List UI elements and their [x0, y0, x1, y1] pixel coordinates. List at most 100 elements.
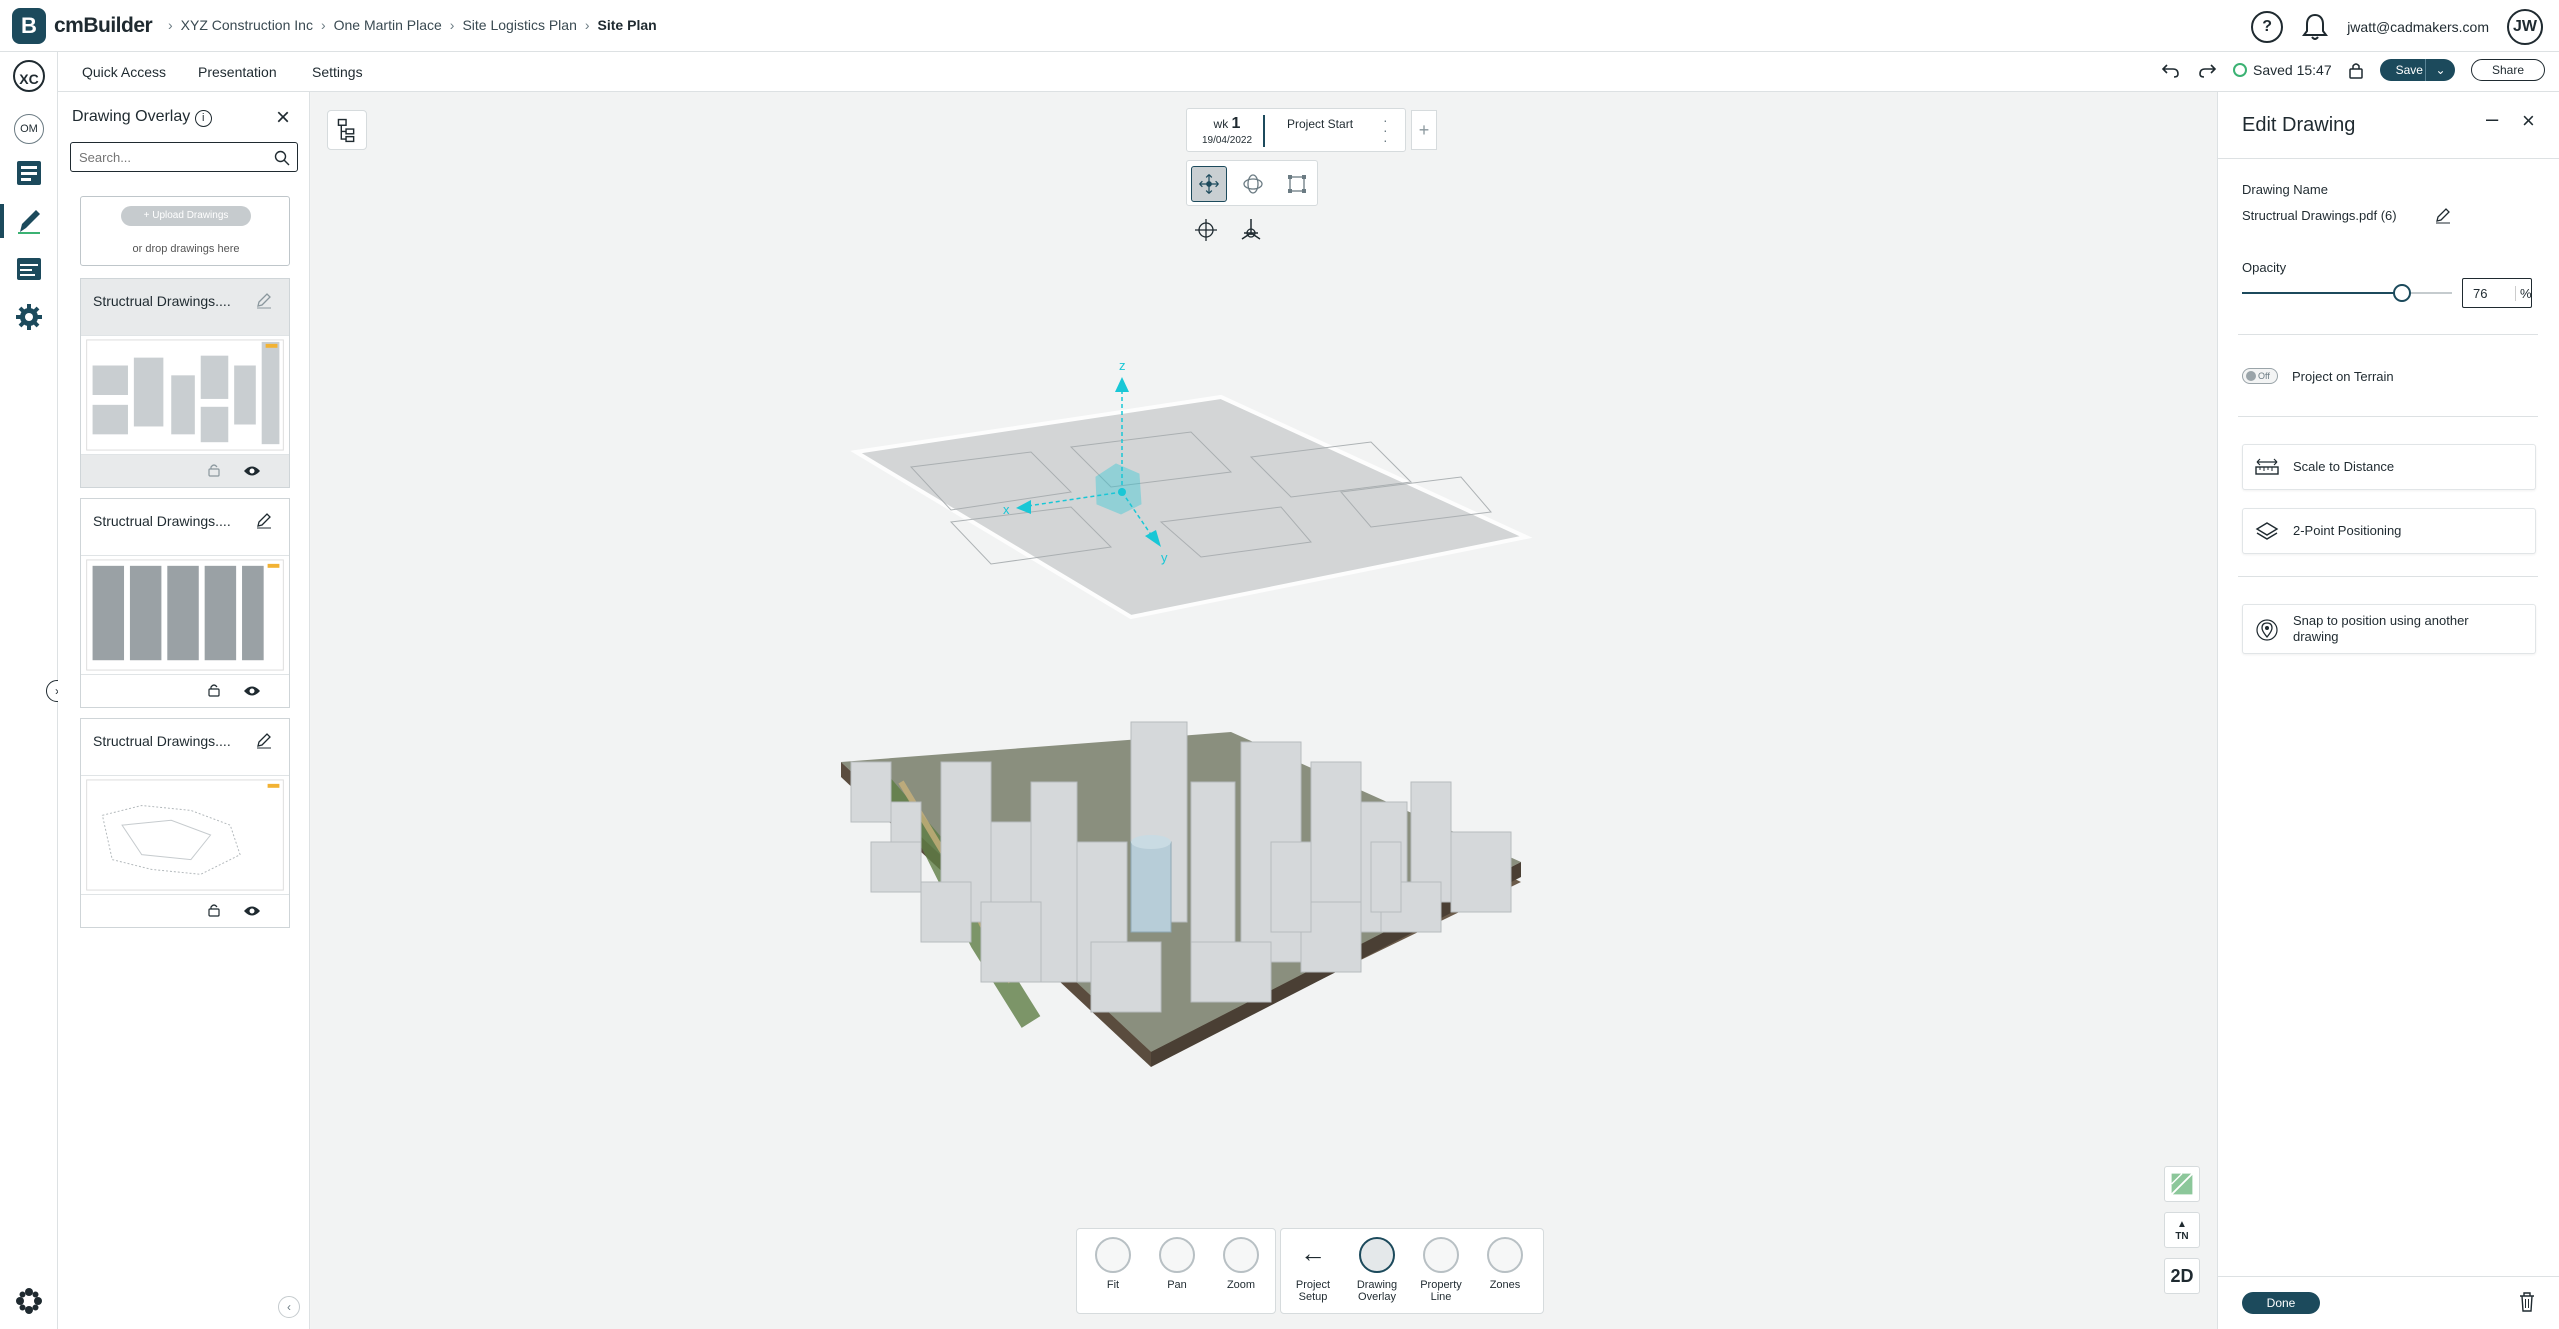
scale-mode-icon[interactable] — [1279, 166, 1315, 202]
lock-icon[interactable] — [207, 683, 221, 697]
opacity-slider-fill — [2242, 292, 2402, 294]
zoom-tool[interactable]: Zoom — [1213, 1237, 1269, 1291]
drop-hint: or drop drawings here — [132, 243, 240, 255]
scene-render[interactable]: z x y — [511, 242, 2011, 1222]
menu-settings[interactable]: Settings — [312, 64, 363, 80]
eye-icon[interactable] — [243, 465, 261, 477]
timeline-selector[interactable]: wk 1 19/04/2022 Project Start · · · — [1186, 108, 1406, 152]
pencil-icon[interactable] — [255, 291, 273, 309]
menu-quick-access[interactable]: Quick Access — [82, 64, 166, 80]
scale-to-distance-label: Scale to Distance — [2293, 459, 2395, 474]
week-number: 1 — [1231, 115, 1241, 132]
menu-presentation[interactable]: Presentation — [198, 64, 277, 80]
bell-icon[interactable] — [2301, 12, 2329, 42]
save-controls: Saved 15:47 Save ⌄ Share — [2161, 59, 2545, 81]
divider — [2238, 576, 2538, 577]
pencil-icon[interactable] — [255, 511, 273, 529]
user-email[interactable]: jwatt@cadmakers.com — [2347, 19, 2489, 35]
move-mode-icon[interactable] — [1191, 166, 1227, 202]
pencil-icon[interactable] — [2434, 206, 2452, 224]
project-switcher[interactable]: OM — [14, 114, 44, 144]
cmbuilder-logo[interactable]: B — [12, 8, 46, 44]
apps-icon[interactable] — [14, 1286, 44, 1316]
world-axis-icon[interactable] — [1236, 215, 1266, 245]
divider — [2218, 1276, 2559, 1277]
company-switcher[interactable]: XC — [13, 60, 45, 92]
drawing-card[interactable]: Structrual Drawings.... — [80, 718, 290, 928]
upload-drawings-button[interactable]: + Upload Drawings — [121, 206, 251, 226]
week-indicator: wk 1 — [1197, 115, 1257, 133]
more-options-icon[interactable]: · · · — [1383, 113, 1388, 147]
eye-icon[interactable] — [243, 685, 261, 697]
property-line-tool[interactable]: Property Line — [1413, 1237, 1469, 1303]
rotate-mode-icon[interactable] — [1235, 166, 1271, 202]
lock-icon[interactable] — [2348, 61, 2364, 79]
2d-toggle-button[interactable]: 2D — [2164, 1258, 2200, 1294]
hierarchy-tree-icon[interactable] — [327, 110, 367, 150]
help-icon[interactable]: ? — [2251, 11, 2284, 43]
local-axis-icon[interactable] — [1191, 215, 1221, 245]
upload-dropzone[interactable]: + Upload Drawings or drop drawings here — [80, 196, 290, 266]
two-point-positioning-button[interactable]: 2-Point Positioning — [2242, 508, 2536, 554]
schedule-icon[interactable] — [14, 254, 44, 284]
lock-icon[interactable] — [207, 903, 221, 917]
search-icon[interactable] — [274, 150, 290, 166]
undo-icon[interactable] — [2161, 60, 2181, 80]
zoom-icon — [1223, 1237, 1259, 1273]
fit-tool[interactable]: Fit — [1085, 1237, 1141, 1291]
milestone-label: Project Start — [1287, 117, 1354, 131]
breadcrumb-company[interactable]: XYZ Construction Inc — [181, 17, 313, 33]
project-on-terrain-label: Project on Terrain — [2292, 369, 2394, 384]
search-input[interactable] — [70, 142, 298, 172]
info-icon[interactable]: i — [194, 110, 212, 127]
breadcrumb-project[interactable]: One Martin Place — [334, 17, 442, 33]
snap-to-drawing-button[interactable]: Snap to position using another drawing — [2242, 604, 2536, 654]
divider — [2218, 158, 2559, 159]
3d-viewport[interactable]: wk 1 19/04/2022 Project Start · · · + z … — [311, 92, 2217, 1329]
chevron-right-icon: › — [584, 17, 590, 33]
redo-icon[interactable] — [2197, 60, 2217, 80]
project-setup-label: Project Setup — [1295, 1279, 1331, 1303]
drawing-card[interactable]: Structrual Drawings.... — [80, 498, 290, 708]
model-icon[interactable] — [14, 158, 44, 188]
map-layer-icon[interactable] — [2164, 1166, 2200, 1202]
pan-tool[interactable]: Pan — [1149, 1237, 1205, 1291]
share-button[interactable]: Share — [2470, 59, 2545, 81]
breadcrumb-plan[interactable]: Site Logistics Plan — [462, 17, 576, 33]
drawing-thumbnail — [81, 335, 289, 455]
true-north-label: TN — [2175, 1231, 2189, 1242]
lock-icon[interactable] — [207, 463, 221, 477]
top-bar: B cmBuilder › XYZ Construction Inc › One… — [0, 0, 2559, 52]
edit-drawing-panel: Edit Drawing – × Drawing Name Structrual… — [2217, 92, 2559, 1329]
add-milestone-button[interactable]: + — [1411, 110, 1437, 150]
panel-title-text: Drawing Overlay — [72, 108, 191, 125]
save-dropdown-button[interactable]: ⌄ — [2424, 59, 2455, 81]
north-arrow-icon: ▲ — [2177, 1219, 2187, 1230]
avatar[interactable]: JW — [2507, 9, 2543, 45]
snap-line-1: Snap to position using another — [2293, 613, 2469, 628]
project-on-terrain-toggle[interactable]: Off — [2242, 368, 2278, 384]
view-tools-group: Fit Pan Zoom — [1076, 1228, 1276, 1314]
scale-to-distance-button[interactable]: Scale to Distance — [2242, 444, 2536, 490]
close-icon[interactable]: × — [2522, 108, 2535, 134]
opacity-slider-handle[interactable] — [2392, 284, 2411, 302]
gear-icon[interactable] — [14, 302, 44, 332]
true-north-button[interactable]: ▲ TN — [2164, 1212, 2200, 1248]
zones-tool[interactable]: Zones — [1477, 1237, 1533, 1291]
eye-icon[interactable] — [243, 905, 261, 917]
pencil-icon[interactable] — [255, 731, 273, 749]
done-button[interactable]: Done — [2242, 1292, 2320, 1314]
collapse-panel-button[interactable]: ‹ — [278, 1296, 300, 1318]
drawing-pen-icon[interactable] — [14, 206, 44, 236]
close-icon[interactable]: × — [276, 104, 290, 132]
opacity-label: Opacity — [2242, 260, 2287, 275]
toggle-state: Off — [2258, 371, 2270, 381]
active-indicator — [0, 204, 4, 238]
trash-icon[interactable] — [2516, 1290, 2538, 1314]
drawing-card[interactable]: Structrual Drawings.... — [80, 278, 290, 488]
brand-name[interactable]: cmBuilder — [54, 14, 153, 38]
minimize-icon[interactable]: – — [2486, 106, 2498, 132]
opacity-input[interactable]: 76 % — [2462, 278, 2532, 308]
project-setup-tool[interactable]: ← Project Setup — [1285, 1237, 1341, 1303]
drawing-overlay-tool[interactable]: Drawing Overlay — [1349, 1237, 1405, 1303]
